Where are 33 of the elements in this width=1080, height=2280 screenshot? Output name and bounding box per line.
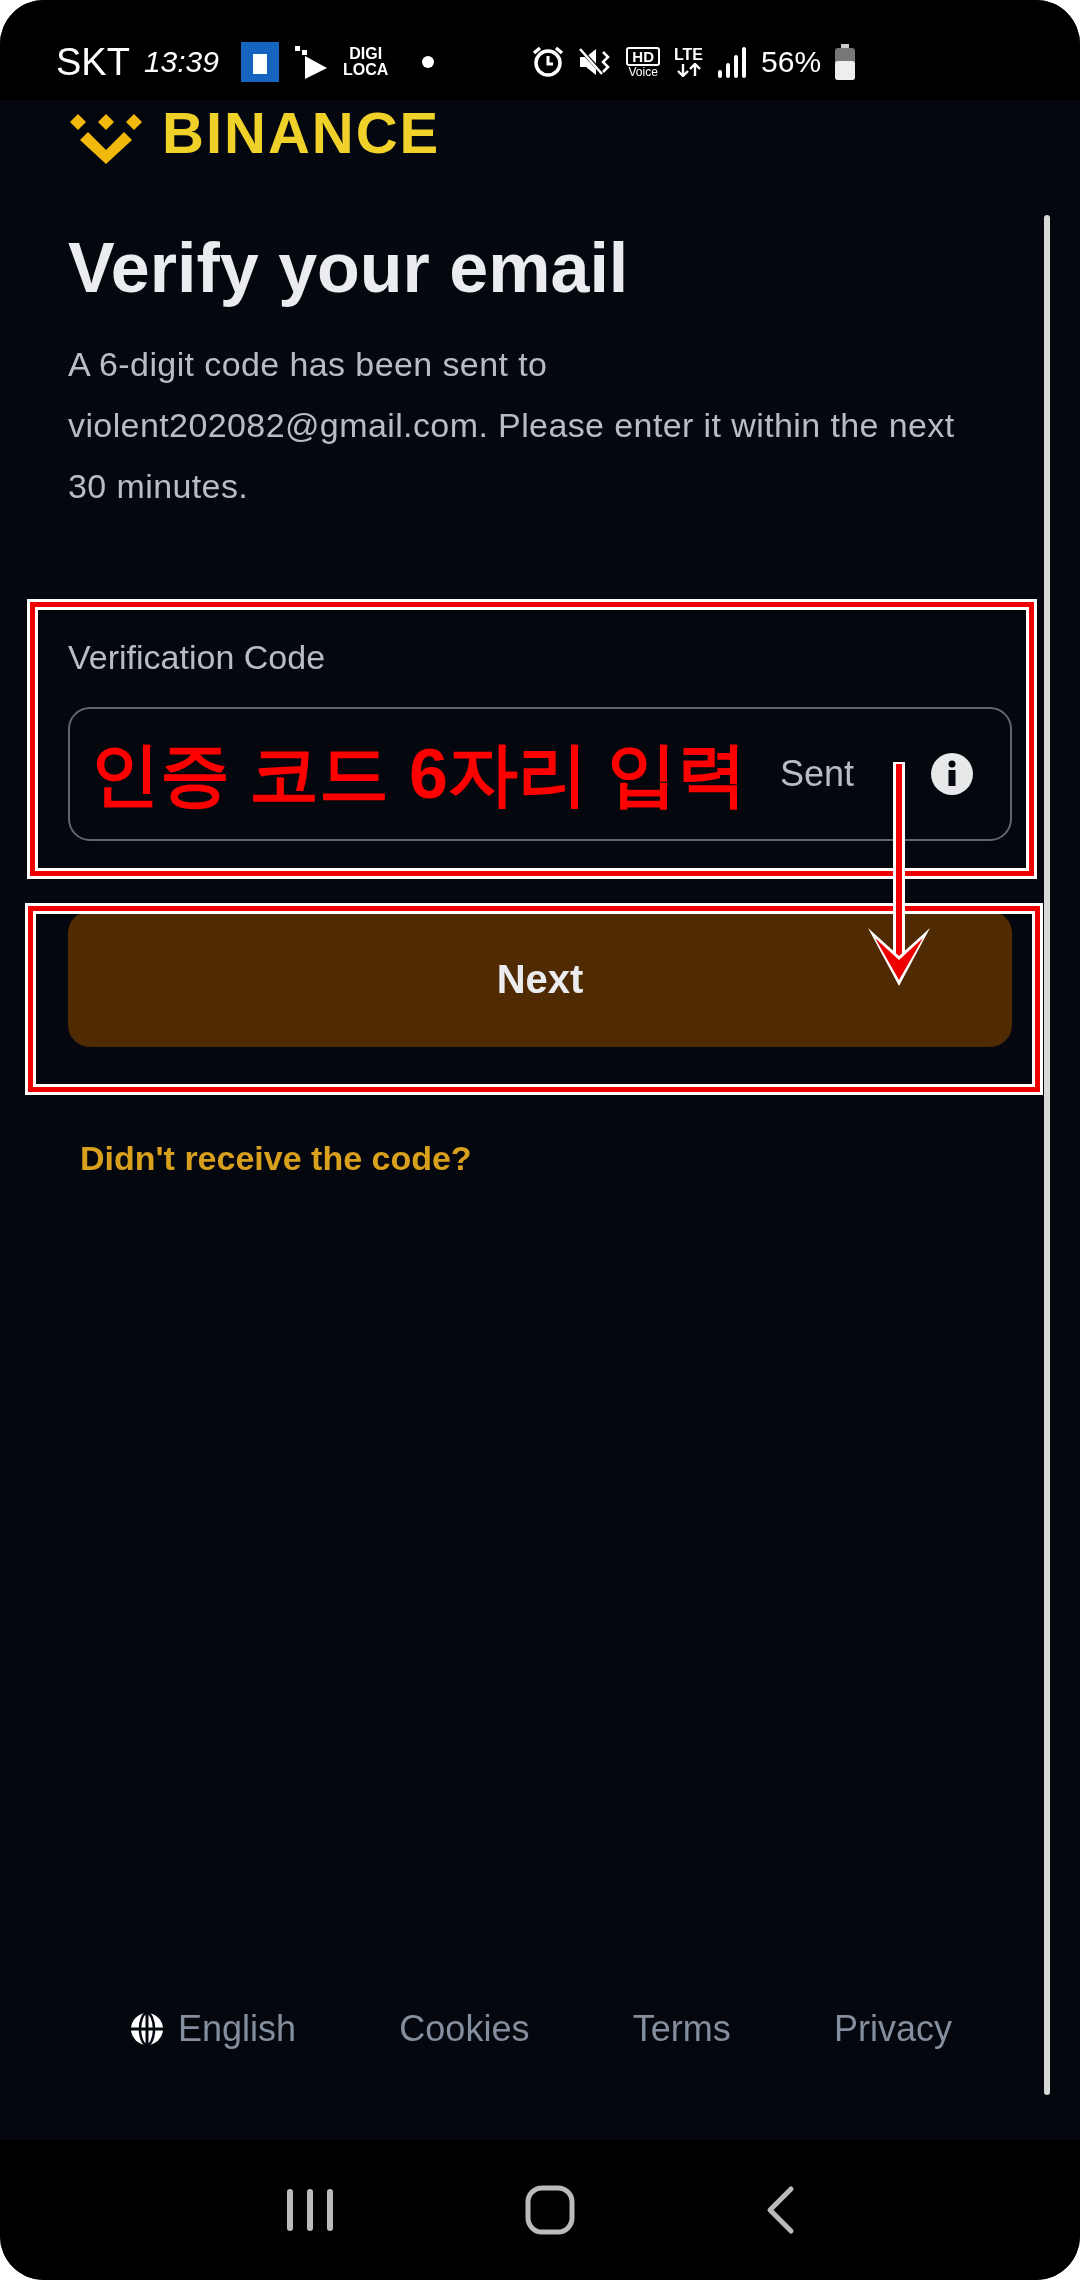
- alarm-clock-icon: [532, 46, 565, 78]
- app-notification-icon: [241, 42, 279, 82]
- code-input-field[interactable]: 인증 코드 6자리 입력 Sent: [68, 707, 1012, 841]
- logo-wordmark: BINANCE: [162, 104, 441, 162]
- language-selector[interactable]: English: [130, 2008, 297, 2050]
- data-arrows-icon: [676, 63, 701, 77]
- signal-icon: [717, 46, 747, 78]
- info-icon[interactable]: [930, 752, 974, 796]
- play-icon: [293, 44, 329, 80]
- clock-time: 13:39: [143, 45, 219, 79]
- network-type: LTE: [674, 47, 703, 63]
- carrier-name: SKT: [56, 40, 130, 84]
- recent-apps-icon[interactable]: [285, 2187, 335, 2233]
- notification-dot-icon: [422, 56, 435, 68]
- globe-icon: [130, 2012, 164, 2046]
- field-label: Verification Code: [68, 637, 327, 677]
- app-badge-text: DIGI: [349, 46, 383, 62]
- hd-badge-text: Voice: [628, 65, 658, 78]
- footer-link[interactable]: Cookies: [399, 2008, 530, 2050]
- battery-icon: [835, 44, 856, 80]
- battery-percent: 56%: [761, 45, 822, 79]
- hd-badge-text: HD: [626, 46, 660, 66]
- annotation-text: 인증 코드 6자리 입력: [90, 734, 748, 815]
- footer-link[interactable]: Terms: [632, 2008, 731, 2050]
- footer-link[interactable]: Privacy: [833, 2008, 952, 2050]
- resend-code-link[interactable]: Didn't receive the code?: [68, 1139, 472, 1178]
- scrollbar[interactable]: [1044, 215, 1050, 2095]
- back-icon[interactable]: [765, 2185, 795, 2235]
- page-title: Verify your email: [68, 228, 630, 309]
- app-badge-text: LOCA: [343, 62, 389, 78]
- code-sent-label: Sent: [779, 753, 854, 795]
- description-text: A 6-digit code has been sent to violent202082@gmail.com. Please enter it within the next 30 minutes.: [68, 344, 956, 507]
- home-icon[interactable]: [525, 2185, 575, 2235]
